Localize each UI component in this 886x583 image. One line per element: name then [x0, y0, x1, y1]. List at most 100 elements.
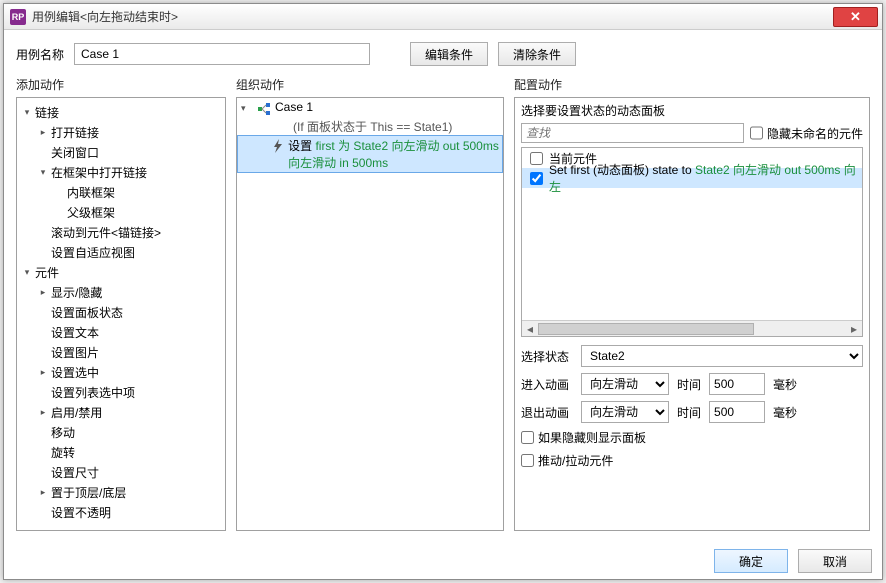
action-tree-item[interactable]: 关闭窗口	[17, 142, 225, 162]
scroll-thumb[interactable]	[538, 323, 754, 335]
add-action-column: 添加动作 ▾链接▸打开链接关闭窗口▾在框架中打开链接内联框架父级框架滚动到元件<…	[16, 76, 226, 531]
action-tree-item[interactable]: 滚动到元件<锚链接>	[17, 222, 225, 242]
action-tree-item[interactable]: ▾在框架中打开链接	[17, 162, 225, 182]
hide-unnamed-checkbox[interactable]: 隐藏未命名的元件	[750, 123, 863, 143]
collapse-icon[interactable]: ▾	[241, 103, 253, 114]
configure-header: 配置动作	[514, 76, 870, 93]
tree-item-label: 移动	[51, 424, 75, 441]
hide-unnamed-checkbox-input[interactable]	[750, 123, 763, 143]
case-name-row: 用例名称 编辑条件 清除条件	[16, 42, 870, 66]
dialog-body: 用例名称 编辑条件 清除条件 添加动作 ▾链接▸打开链接关闭窗口▾在框架中打开链…	[4, 30, 882, 543]
select-state-dropdown[interactable]: State2	[581, 345, 863, 367]
tree-arrow-icon[interactable]: ▾	[21, 107, 33, 118]
tree-item-label: 关闭窗口	[51, 144, 99, 161]
tree-arrow-icon[interactable]: ▸	[37, 287, 49, 298]
action-tree-item[interactable]: ▸置于顶层/底层	[17, 482, 225, 502]
case-name-input[interactable]	[74, 43, 370, 65]
action-tree-item[interactable]: 设置自适应视图	[17, 242, 225, 262]
tree-item-label: 置于顶层/底层	[51, 484, 126, 501]
action-tree-item[interactable]: ▸启用/禁用	[17, 402, 225, 422]
exit-time-label: 时间	[677, 404, 701, 421]
tree-arrow-icon[interactable]: ▸	[37, 367, 49, 378]
push-pull-checkbox[interactable]: 推动/拉动元件	[521, 452, 863, 469]
tree-item-label: 设置自适应视图	[51, 244, 135, 261]
action-tree-item[interactable]: 设置面板状态	[17, 302, 225, 322]
tree-item-label: 显示/隐藏	[51, 284, 102, 301]
tree-item-label: 元件	[35, 264, 59, 281]
title-bar: RP 用例编辑<向左拖动结束时> ✕	[4, 4, 882, 30]
tree-arrow-icon[interactable]: ▸	[37, 407, 49, 418]
scroll-left-icon[interactable]: ◂	[522, 322, 538, 336]
window-title: 用例编辑<向左拖动结束时>	[32, 8, 178, 25]
hide-unnamed-label: 隐藏未命名的元件	[767, 125, 863, 142]
lightning-icon	[272, 139, 284, 156]
ok-button[interactable]: 确定	[714, 549, 788, 573]
exit-time-input[interactable]	[709, 401, 765, 423]
action-tree-item[interactable]: ▸显示/隐藏	[17, 282, 225, 302]
tree-item-label: 打开链接	[51, 124, 99, 141]
tree-item-label: 设置选中	[51, 364, 99, 381]
tree-item-label: 在框架中打开链接	[51, 164, 147, 181]
list-item-checkbox[interactable]	[530, 152, 543, 165]
list-item[interactable]: Set first (动态面板) state to State2 向左滑动 ou…	[522, 168, 862, 188]
tree-item-label: 内联框架	[67, 184, 115, 201]
enter-time-input[interactable]	[709, 373, 765, 395]
action-tree-item[interactable]: 设置文本	[17, 322, 225, 342]
case-name-label: 用例名称	[16, 46, 64, 63]
action-node[interactable]: 设置 first 为 State2 向左滑动 out 500ms 向左滑动 in…	[237, 135, 503, 173]
exit-anim-label: 退出动画	[521, 404, 573, 421]
action-tree-item[interactable]: ▾链接	[17, 102, 225, 122]
dialog-window: RP 用例编辑<向左拖动结束时> ✕ 用例名称 编辑条件 清除条件 添加动作 ▾…	[3, 3, 883, 580]
action-tree-item[interactable]: 设置列表选中项	[17, 382, 225, 402]
scroll-right-icon[interactable]: ▸	[846, 322, 862, 336]
action-tree-item[interactable]: 设置尺寸	[17, 462, 225, 482]
tree-item-label: 链接	[35, 104, 59, 121]
organize-panel[interactable]: ▾ Case 1 (If 面板状态于 This == State1)	[236, 97, 504, 531]
tree-item-label: 设置列表选中项	[51, 384, 135, 401]
tree-item-label: 设置不透明	[51, 504, 111, 521]
action-tree-item[interactable]: 父级框架	[17, 202, 225, 222]
tree-item-label: 滚动到元件<锚链接>	[51, 224, 161, 241]
action-tree-item[interactable]: ▸设置选中	[17, 362, 225, 382]
tree-item-label: 启用/禁用	[51, 404, 102, 421]
tree-item-label: 设置文本	[51, 324, 99, 341]
action-tree-item[interactable]: 内联框架	[17, 182, 225, 202]
action-tree-item[interactable]: ▸打开链接	[17, 122, 225, 142]
tree-item-label: 父级框架	[67, 204, 115, 221]
tree-arrow-icon[interactable]: ▾	[21, 267, 33, 278]
push-pull-label: 推动/拉动元件	[538, 452, 613, 469]
horizontal-scrollbar[interactable]: ◂ ▸	[522, 320, 862, 336]
tree-arrow-icon[interactable]: ▾	[37, 167, 49, 178]
enter-anim-dropdown[interactable]: 向左滑动	[581, 373, 669, 395]
edit-condition-button[interactable]: 编辑条件	[410, 42, 488, 66]
tree-item-label: 设置尺寸	[51, 464, 99, 481]
configure-panel: 选择要设置状态的动态面板 隐藏未命名的元件 当前元件	[514, 97, 870, 531]
tree-item-label: 设置图片	[51, 344, 99, 361]
action-tree-panel[interactable]: ▾链接▸打开链接关闭窗口▾在框架中打开链接内联框架父级框架滚动到元件<锚链接>设…	[16, 97, 226, 531]
case-node-label[interactable]: Case 1	[275, 100, 313, 114]
action-node-label: 设置 first 为 State2 向左滑动 out 500ms 向左滑动 in…	[288, 137, 500, 171]
enter-time-label: 时间	[677, 376, 701, 393]
list-item-checkbox[interactable]	[530, 172, 543, 185]
show-if-hidden-label: 如果隐藏则显示面板	[538, 429, 646, 446]
show-if-hidden-input[interactable]	[521, 431, 534, 444]
case-icon	[257, 102, 271, 116]
select-state-label: 选择状态	[521, 348, 573, 365]
search-input[interactable]	[521, 123, 744, 143]
tree-arrow-icon[interactable]: ▸	[37, 127, 49, 138]
action-tree-item[interactable]: 设置图片	[17, 342, 225, 362]
tree-arrow-icon[interactable]: ▸	[37, 487, 49, 498]
exit-anim-dropdown[interactable]: 向左滑动	[581, 401, 669, 423]
panel-list[interactable]: 当前元件 Set first (动态面板) state to State2 向左…	[521, 147, 863, 337]
show-if-hidden-checkbox[interactable]: 如果隐藏则显示面板	[521, 429, 863, 446]
close-button[interactable]: ✕	[833, 7, 878, 27]
action-tree-item[interactable]: ▾元件	[17, 262, 225, 282]
action-tree-item[interactable]: 设置不透明	[17, 502, 225, 522]
clear-condition-button[interactable]: 清除条件	[498, 42, 576, 66]
enter-unit-label: 毫秒	[773, 376, 797, 393]
action-tree-item[interactable]: 旋转	[17, 442, 225, 462]
configure-column: 配置动作 选择要设置状态的动态面板 隐藏未命名的元件	[514, 76, 870, 531]
push-pull-input[interactable]	[521, 454, 534, 467]
cancel-button[interactable]: 取消	[798, 549, 872, 573]
action-tree-item[interactable]: 移动	[17, 422, 225, 442]
